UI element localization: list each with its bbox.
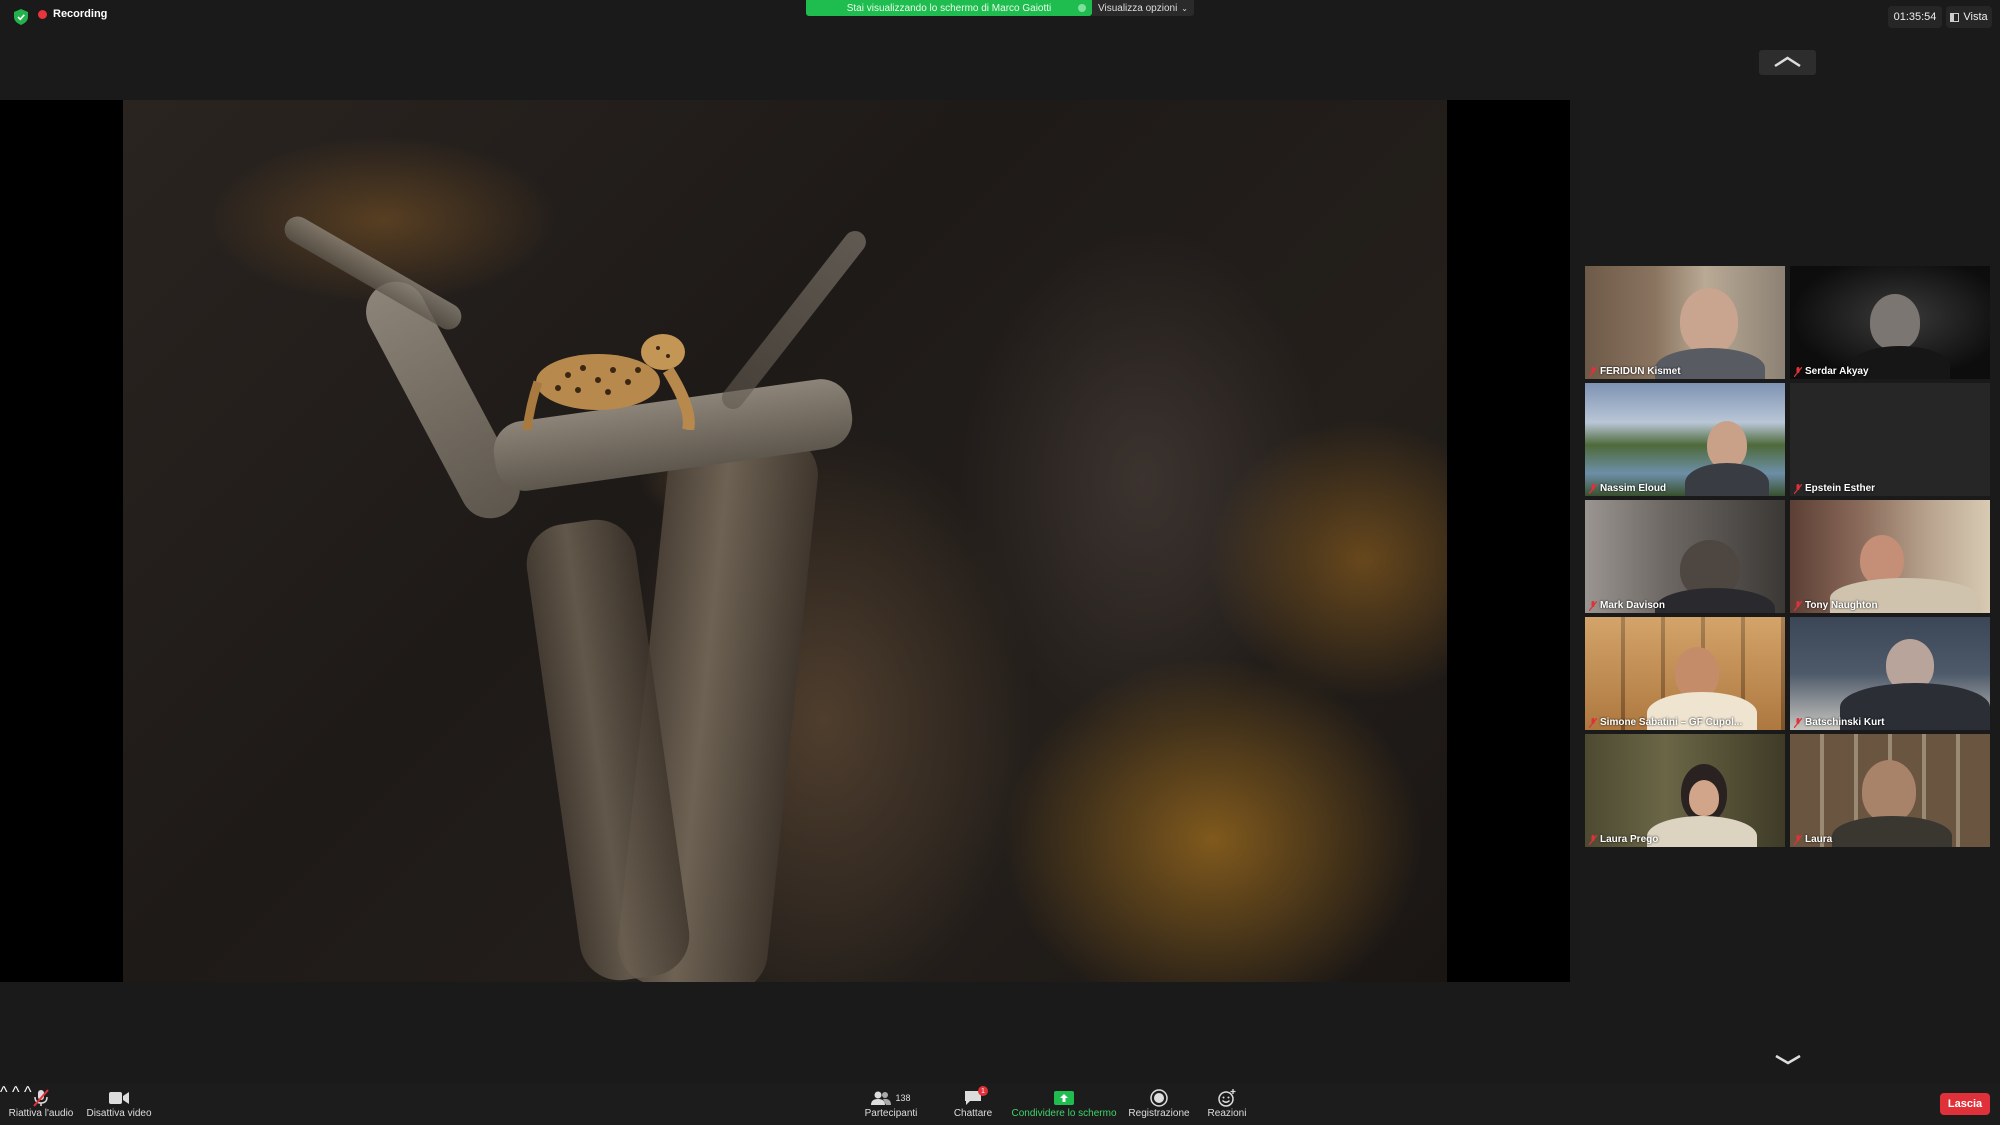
participant-name: Laura Prego (1589, 834, 1658, 845)
mic-muted-icon (1794, 366, 1802, 377)
recording-dot-icon (38, 9, 47, 19)
audio-options-caret-icon[interactable]: ^ (0, 1084, 8, 1101)
view-options-label: Visualizza opzioni (1097, 2, 1178, 14)
participant-name: Batschinski Kurt (1794, 717, 1884, 728)
participant-tile[interactable]: Batschinski Kurt (1790, 617, 1990, 730)
mic-muted-icon (1589, 600, 1597, 611)
participant-name: Tony Naughton (1794, 600, 1878, 611)
participants-button[interactable]: 138 Partecipanti (858, 1088, 924, 1119)
stop-video-button[interactable]: Disattiva video (84, 1088, 154, 1119)
share-banner-text: Stai visualizzando lo schermo di Marco G… (846, 2, 1052, 14)
meeting-toolbar: Riattiva l'audio ^ Disattiva video ^ 138… (0, 1084, 2000, 1125)
mic-muted-icon (1589, 717, 1597, 728)
share-screen-button[interactable]: Condividere lo schermo (1008, 1088, 1120, 1119)
shared-screen (0, 100, 1570, 982)
chevron-up-icon (1774, 56, 1801, 68)
leave-meeting-button[interactable]: Lascia (1940, 1093, 1990, 1115)
stop-video-label: Disattiva video (86, 1108, 152, 1119)
chat-button[interactable]: 1 Chattare (946, 1086, 1000, 1119)
chat-label: Chattare (953, 1108, 993, 1119)
participants-label: Partecipanti (864, 1108, 918, 1119)
recording-label: Recording (53, 8, 108, 20)
top-bar: Recording Stai visualizzando lo schermo … (0, 0, 2000, 34)
shared-photo (123, 100, 1447, 982)
participant-tile[interactable]: Serdar Akyay (1790, 266, 1990, 379)
record-label: Registrazione (1128, 1108, 1190, 1119)
record-button[interactable]: Registrazione (1126, 1088, 1192, 1119)
view-label: Vista (1963, 11, 1988, 23)
mic-muted-icon (1794, 600, 1802, 611)
screen-share-banner: Stai visualizzando lo schermo di Marco G… (806, 0, 1092, 16)
unmute-button[interactable]: Riattiva l'audio (8, 1088, 74, 1119)
chevron-down-icon: ⌄ (1181, 3, 1188, 13)
mic-muted-icon (1589, 834, 1597, 845)
mic-muted-icon (1794, 717, 1802, 728)
view-button[interactable]: Vista (1946, 6, 1992, 28)
participant-tile[interactable]: Nassim Eloud (1585, 383, 1785, 496)
participant-name: FERIDUN Kismet (1589, 366, 1681, 377)
participant-tile[interactable]: Epstein Esther (1790, 383, 1990, 496)
share-status-icon (1078, 4, 1086, 12)
mic-muted-icon (1794, 483, 1802, 494)
mic-muted-icon (1589, 483, 1597, 494)
record-icon (1150, 1089, 1168, 1107)
chat-unread-badge: 1 (978, 1086, 988, 1096)
participant-name: Simone Sabatini – GF Cupol... (1589, 717, 1742, 728)
reactions-button[interactable]: Reazioni (1202, 1088, 1252, 1119)
mic-muted-icon (1589, 366, 1597, 377)
mic-muted-icon (33, 1089, 49, 1107)
participants-icon (871, 1091, 892, 1105)
participant-name: Epstein Esther (1794, 483, 1875, 494)
view-options-button[interactable]: Visualizza opzioni ⌄ (1092, 0, 1194, 16)
chevron-down-icon (1775, 1054, 1801, 1065)
unmute-label: Riattiva l'audio (8, 1108, 74, 1119)
shield-icon[interactable] (14, 9, 28, 25)
smiley-icon (1218, 1089, 1236, 1107)
participants-count: 138 (895, 1093, 911, 1103)
participant-tile[interactable]: Laura Prego (1585, 734, 1785, 847)
participant-name: Serdar Akyay (1794, 366, 1869, 377)
video-camera-icon (109, 1092, 129, 1104)
gallery-scroll-down-button[interactable] (1772, 1050, 1804, 1070)
participant-name: Mark Davison (1589, 600, 1665, 611)
meeting-timer: 01:35:54 (1888, 6, 1942, 28)
reactions-label: Reazioni (1207, 1108, 1247, 1119)
participant-name: Laura (1794, 834, 1832, 845)
recording-indicator[interactable]: Recording (38, 8, 107, 20)
gallery-scroll-up-button[interactable] (1759, 50, 1816, 75)
layout-icon (1950, 12, 1960, 22)
participant-tile[interactable]: Tony Naughton (1790, 500, 1990, 613)
leopard-image (522, 334, 695, 430)
mic-muted-icon (1794, 834, 1802, 845)
share-screen-label: Condividere lo schermo (1011, 1108, 1117, 1119)
participant-tile[interactable]: Mark Davison (1585, 500, 1785, 613)
share-screen-icon (1054, 1091, 1074, 1105)
participant-tile[interactable]: FERIDUN Kismet (1585, 266, 1785, 379)
participant-tile[interactable]: Laura (1790, 734, 1990, 847)
participant-name: Nassim Eloud (1589, 483, 1666, 494)
participant-tile[interactable]: Simone Sabatini – GF Cupol... (1585, 617, 1785, 730)
